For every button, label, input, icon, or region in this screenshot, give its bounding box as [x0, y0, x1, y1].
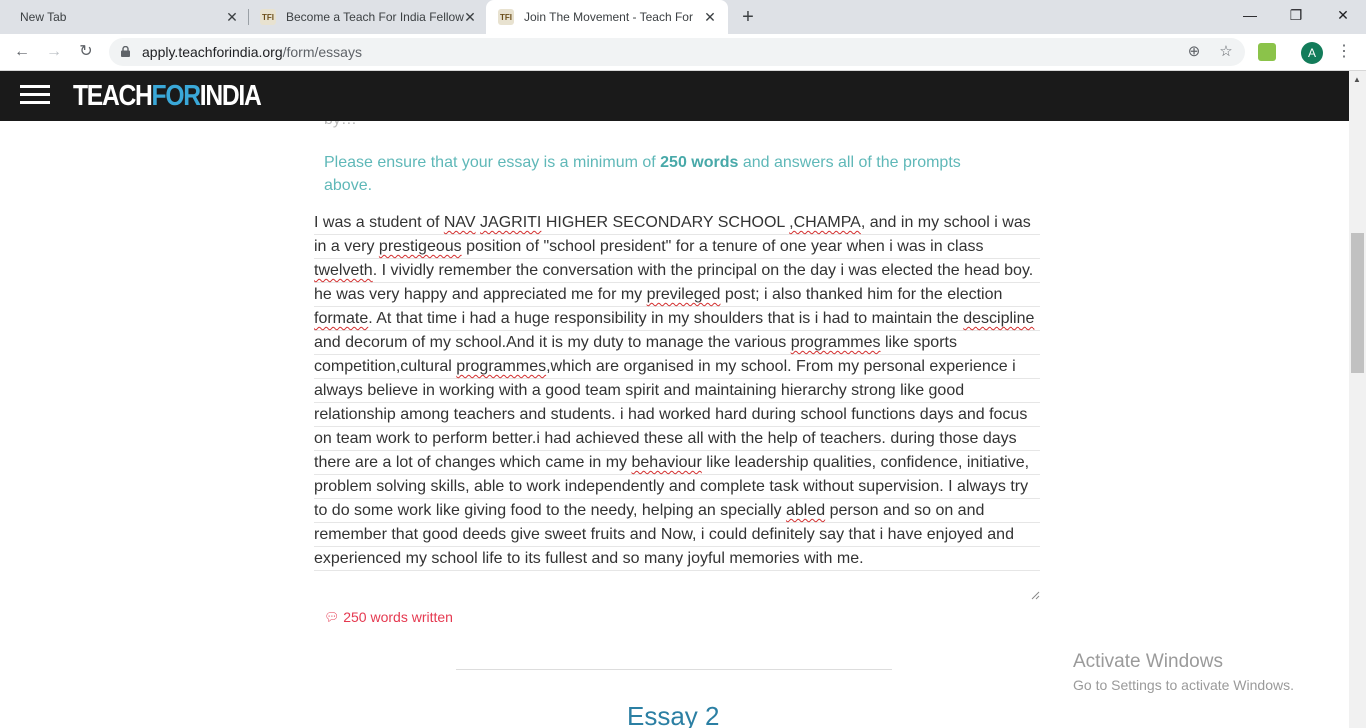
- close-icon: ✕: [1337, 7, 1349, 23]
- page-scrollbar[interactable]: ▲: [1349, 71, 1366, 728]
- profile-avatar[interactable]: A: [1301, 42, 1323, 64]
- misspelled-word: behaviour: [631, 454, 702, 471]
- page-content: by… Please ensure that your essay is a m…: [0, 71, 1349, 728]
- tab-title: New Tab: [20, 10, 67, 24]
- lock-icon: [121, 46, 130, 57]
- essay-text-segment: position of "school president" for a ten…: [461, 238, 984, 255]
- resize-handle-icon[interactable]: [1030, 590, 1040, 600]
- forward-button[interactable]: →: [42, 40, 66, 64]
- reload-button[interactable]: ↻: [74, 40, 98, 64]
- misspelled-word: descipline: [963, 310, 1035, 327]
- close-window-button[interactable]: ✕: [1320, 0, 1366, 30]
- minimize-button[interactable]: —: [1227, 0, 1273, 30]
- scroll-up-arrow-icon[interactable]: ▲: [1353, 75, 1361, 84]
- essay-text-segment: and decorum of my school.And it is my du…: [314, 334, 791, 351]
- add-icon[interactable]: ⊕: [1185, 43, 1203, 61]
- misspelled-word: NAV: [443, 214, 476, 231]
- new-tab-button[interactable]: +: [737, 6, 759, 28]
- windows-activation-watermark: Activate Windows Go to Settings to activ…: [1073, 651, 1294, 693]
- teach-for-india-favicon-icon: TFI: [498, 9, 514, 25]
- teach-for-india-logo[interactable]: TEACHFORINDIA: [73, 80, 262, 113]
- notice-text: Please ensure that your essay is a minim…: [324, 154, 661, 171]
- misspelled-word: abled: [785, 502, 826, 519]
- back-button[interactable]: ←: [10, 40, 34, 64]
- reload-icon: ↻: [79, 43, 93, 60]
- arrow-right-icon: →: [46, 43, 62, 60]
- tab-become-fellow[interactable]: TFI Become a Teach For India Fellow ✕: [250, 0, 486, 34]
- close-icon[interactable]: ✕: [224, 9, 240, 25]
- minimize-icon: —: [1243, 7, 1257, 23]
- restore-button[interactable]: ❐: [1273, 0, 1319, 30]
- misspelled-word: formate: [314, 310, 369, 327]
- tab-title: Join The Movement - Teach For I: [524, 10, 696, 24]
- tab-separator: [248, 9, 249, 25]
- misspelled-word: JAGRITI: [480, 214, 542, 231]
- essay-1-text[interactable]: I was a student of NAV JAGRITI HIGHER SE…: [314, 211, 1040, 571]
- watermark-subtitle: Go to Settings to activate Windows.: [1073, 677, 1294, 693]
- close-icon[interactable]: ✕: [702, 9, 718, 25]
- misspelled-word: previleged: [646, 286, 721, 303]
- notice-word-minimum: 250 words: [660, 154, 739, 171]
- tab-strip: New Tab ✕ TFI Become a Teach For India F…: [0, 0, 1366, 34]
- logo-for: FOR: [151, 80, 201, 112]
- url-text: apply.teachforindia.org/form/essays: [142, 44, 362, 60]
- hamburger-menu-icon[interactable]: [20, 85, 50, 105]
- speech-bubble-icon: 💬︎: [324, 610, 340, 624]
- section-divider: [456, 669, 892, 670]
- scrollbar-thumb[interactable]: [1351, 233, 1364, 373]
- essay-1-textarea[interactable]: I was a student of NAV JAGRITI HIGHER SE…: [309, 209, 1041, 600]
- essay-2-title: Essay 2: [627, 701, 720, 728]
- extension-icon[interactable]: [1258, 43, 1276, 61]
- word-count: 💬︎ 250 words written: [324, 609, 453, 625]
- tab-join-movement[interactable]: TFI Join The Movement - Teach For I ✕: [486, 0, 728, 34]
- more-menu-icon[interactable]: ⋮: [1336, 40, 1352, 64]
- misspelled-word: programmes: [790, 334, 881, 351]
- address-bar[interactable]: apply.teachforindia.org/form/essays ⊕ ☆: [109, 38, 1245, 66]
- url-path: /form/essays: [282, 44, 362, 60]
- url-host: apply.teachforindia.org: [142, 44, 283, 60]
- essay-text-segment: I was a student of: [314, 214, 444, 231]
- restore-icon: ❐: [1289, 7, 1303, 23]
- essay-text-segment: HIGHER SECONDARY SCHOOL: [541, 214, 790, 231]
- star-icon[interactable]: ☆: [1217, 43, 1235, 61]
- logo-india: INDIA: [199, 80, 262, 112]
- essay-text-segment: post; i also thanked him for the electio…: [720, 286, 1003, 303]
- misspelled-word: ,CHAMPA: [789, 214, 861, 231]
- word-count-text: 250 words written: [343, 609, 453, 625]
- arrow-left-icon: ←: [14, 43, 30, 60]
- plus-icon: +: [742, 6, 754, 28]
- watermark-title: Activate Windows: [1073, 651, 1223, 672]
- logo-teach: TEACH: [73, 80, 153, 112]
- site-header: TEACHFORINDIA: [0, 71, 1349, 121]
- teach-for-india-favicon-icon: TFI: [260, 9, 276, 25]
- tab-title: Become a Teach For India Fellow: [286, 10, 464, 24]
- misspelled-word: prestigeous: [378, 238, 462, 255]
- close-icon[interactable]: ✕: [462, 9, 478, 25]
- misspelled-word: twelveth: [314, 262, 373, 279]
- word-minimum-notice: Please ensure that your essay is a minim…: [324, 151, 1004, 197]
- essay-text-segment: . At that time i had a huge responsibili…: [368, 310, 964, 327]
- misspelled-word: programmes: [456, 358, 547, 375]
- browser-toolbar: ← → ↻ apply.teachforindia.org/form/essay…: [0, 34, 1366, 71]
- tab-new-tab[interactable]: New Tab ✕: [8, 0, 248, 34]
